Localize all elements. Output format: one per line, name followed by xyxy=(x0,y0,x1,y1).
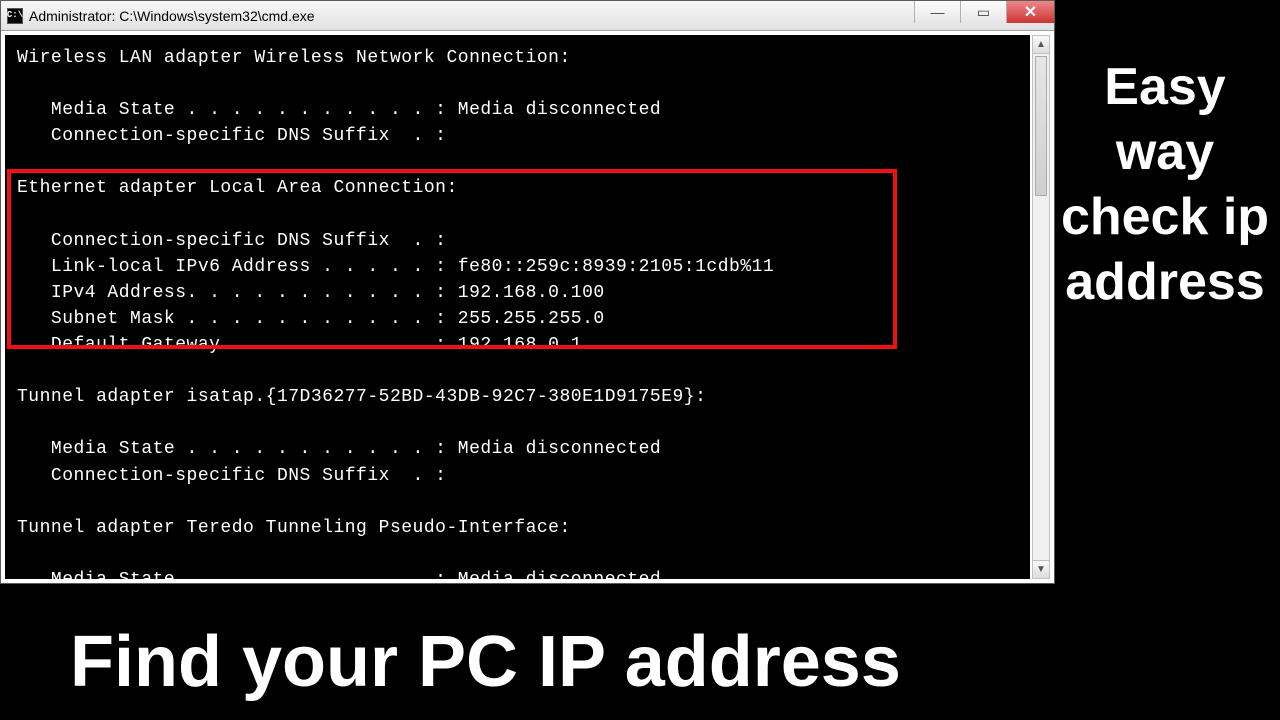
terminal-line xyxy=(17,541,1018,567)
window-client-area: Wireless LAN adapter Wireless Network Co… xyxy=(1,31,1054,583)
terminal-line: Ethernet adapter Local Area Connection: xyxy=(17,175,1018,201)
scroll-up-icon[interactable]: ▲ xyxy=(1033,36,1049,54)
terminal-line: Media State . . . . . . . . . . . : Medi… xyxy=(17,567,1018,579)
terminal-line: Link-local IPv6 Address . . . . . : fe80… xyxy=(17,254,1018,280)
window-buttons: — ▭ ✕ xyxy=(914,1,1054,30)
terminal-line: Connection-specific DNS Suffix . : xyxy=(17,463,1018,489)
minimize-icon: — xyxy=(931,4,945,20)
maximize-icon: ▭ xyxy=(977,4,990,21)
terminal-line: Tunnel adapter isatap.{17D36277-52BD-43D… xyxy=(17,384,1018,410)
minimize-button[interactable]: — xyxy=(914,1,960,23)
terminal-line xyxy=(17,149,1018,175)
terminal-line: Media State . . . . . . . . . . . : Medi… xyxy=(17,436,1018,462)
terminal-line: Subnet Mask . . . . . . . . . . . : 255.… xyxy=(17,306,1018,332)
vertical-scrollbar[interactable]: ▲ ▼ xyxy=(1032,35,1050,579)
terminal-line: Connection-specific DNS Suffix . : xyxy=(17,228,1018,254)
cmd-window: C:\ Administrator: C:\Windows\system32\c… xyxy=(0,0,1055,584)
terminal-line: Tunnel adapter Teredo Tunneling Pseudo-I… xyxy=(17,515,1018,541)
window-title: Administrator: C:\Windows\system32\cmd.e… xyxy=(29,8,914,24)
terminal-line xyxy=(17,202,1018,228)
scrollbar-thumb[interactable] xyxy=(1035,56,1047,196)
terminal-line: Connection-specific DNS Suffix . : xyxy=(17,123,1018,149)
terminal-line: Default Gateway . . . . . . . . . : 192.… xyxy=(17,332,1018,358)
side-caption: Easy way check ip address xyxy=(1050,55,1280,315)
maximize-button[interactable]: ▭ xyxy=(960,1,1006,23)
terminal-output[interactable]: Wireless LAN adapter Wireless Network Co… xyxy=(5,35,1030,579)
terminal-line: Wireless LAN adapter Wireless Network Co… xyxy=(17,45,1018,71)
close-icon: ✕ xyxy=(1024,2,1037,22)
terminal-line xyxy=(17,71,1018,97)
terminal-line: IPv4 Address. . . . . . . . . . . : 192.… xyxy=(17,280,1018,306)
terminal-line xyxy=(17,489,1018,515)
terminal-line xyxy=(17,358,1018,384)
close-button[interactable]: ✕ xyxy=(1006,1,1054,23)
scroll-down-icon[interactable]: ▼ xyxy=(1033,560,1049,578)
titlebar[interactable]: C:\ Administrator: C:\Windows\system32\c… xyxy=(1,1,1054,31)
terminal-line xyxy=(17,410,1018,436)
thumbnail-stage: C:\ Administrator: C:\Windows\system32\c… xyxy=(0,0,1280,720)
terminal-line: Media State . . . . . . . . . . . : Medi… xyxy=(17,97,1018,123)
bottom-caption: Find your PC IP address xyxy=(70,623,901,702)
cmd-prompt-icon: C:\ xyxy=(7,8,23,24)
